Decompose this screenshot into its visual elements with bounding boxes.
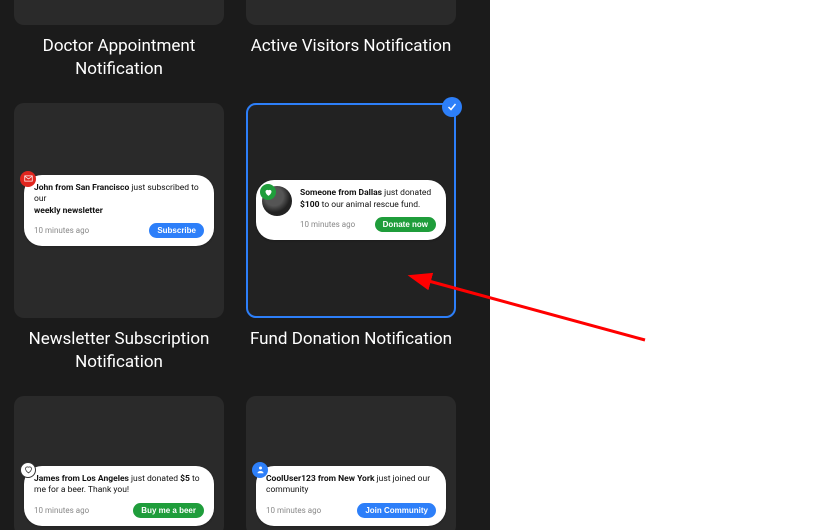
notification-time: 10 minutes ago — [300, 220, 355, 229]
notification-pill-newsletter: John from San Francisco just subscribed … — [24, 175, 214, 246]
template-card-donation[interactable]: Someone from Dallas just donated $100 to… — [246, 103, 456, 318]
template-grid: Doctor Appointment Notification Active V… — [14, 0, 476, 530]
user-icon — [252, 462, 268, 478]
template-card-visitors[interactable] — [246, 0, 456, 25]
heart-outline-icon — [20, 462, 36, 478]
template-title-newsletter: Newsletter Subscription Notification — [14, 328, 224, 374]
template-card-donation-wrap: Someone from Dallas just donated $100 to… — [246, 103, 456, 374]
template-card-community-wrap: CoolUser123 from New York just joined ou… — [246, 396, 456, 530]
notification-text: CoolUser123 from New York just joined ou… — [266, 474, 436, 497]
notification-pill-beer: James from Los Angeles just donated $5 t… — [24, 466, 214, 526]
template-card-beer[interactable]: James from Los Angeles just donated $5 t… — [14, 396, 224, 530]
template-title-donation: Fund Donation Notification — [246, 328, 456, 351]
join-community-button[interactable]: Join Community — [357, 503, 436, 518]
notification-footer: 10 minutes ago Donate now — [300, 217, 436, 232]
template-title-visitors: Active Visitors Notification — [246, 35, 456, 58]
notification-footer: 10 minutes ago Buy me a beer — [34, 503, 204, 518]
template-title-doctor: Doctor Appointment Notification — [14, 35, 224, 81]
template-card-doctor[interactable] — [14, 0, 224, 25]
selected-check-icon — [442, 97, 462, 117]
notification-text: Someone from Dallas just donated $100 to… — [300, 188, 436, 211]
subscribe-button[interactable]: Subscribe — [149, 223, 204, 238]
notification-footer: 10 minutes ago Join Community — [266, 503, 436, 518]
template-card-doctor-wrap: Doctor Appointment Notification — [14, 0, 224, 81]
template-card-newsletter-wrap: John from San Francisco just subscribed … — [14, 103, 224, 374]
template-card-newsletter[interactable]: John from San Francisco just subscribed … — [14, 103, 224, 318]
notification-time: 10 minutes ago — [34, 506, 89, 515]
template-card-beer-wrap: James from Los Angeles just donated $5 t… — [14, 396, 224, 530]
buy-beer-button[interactable]: Buy me a beer — [133, 503, 204, 518]
notification-time: 10 minutes ago — [34, 226, 89, 235]
mail-icon — [20, 171, 36, 187]
template-card-visitors-wrap: Active Visitors Notification — [246, 0, 456, 81]
template-panel: Doctor Appointment Notification Active V… — [0, 0, 490, 530]
notification-pill-donation: Someone from Dallas just donated $100 to… — [256, 180, 446, 240]
notification-text: James from Los Angeles just donated $5 t… — [34, 474, 204, 497]
notification-time: 10 minutes ago — [266, 506, 321, 515]
notification-pill-community: CoolUser123 from New York just joined ou… — [256, 466, 446, 526]
notification-text: John from San Francisco just subscribed … — [34, 183, 204, 217]
donate-button[interactable]: Donate now — [375, 217, 436, 232]
notification-footer: 10 minutes ago Subscribe — [34, 223, 204, 238]
template-card-community[interactable]: CoolUser123 from New York just joined ou… — [246, 396, 456, 530]
